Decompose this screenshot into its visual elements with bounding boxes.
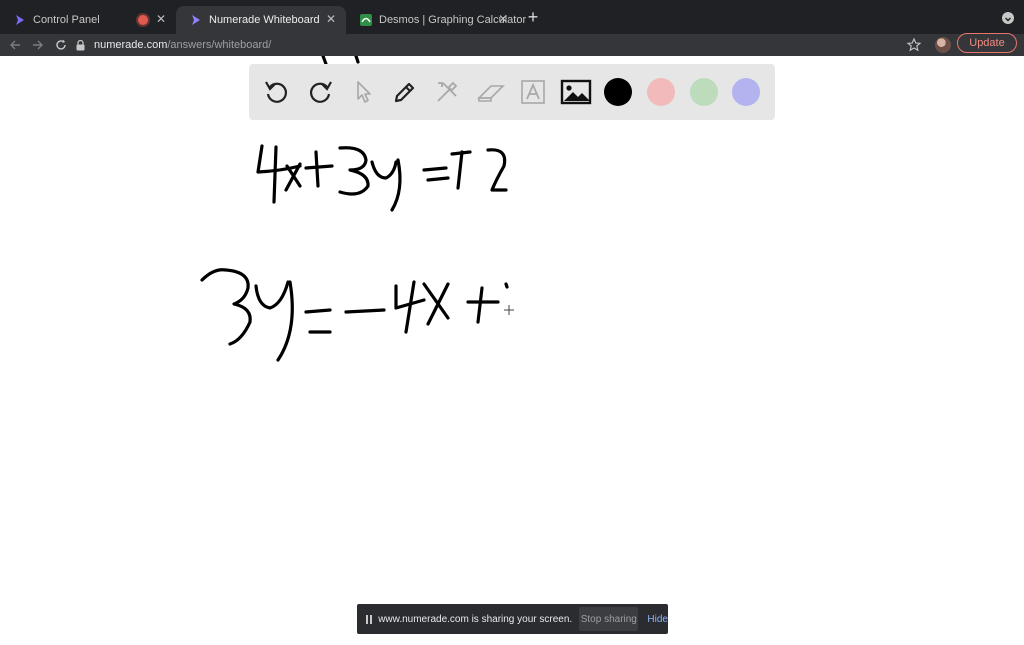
color-swatch-purple[interactable] (732, 78, 760, 106)
color-swatch-pink[interactable] (647, 78, 675, 106)
tab-numerade-whiteboard[interactable]: Numerade Whiteboard ✕ (176, 6, 346, 34)
url-path: /answers/whiteboard/ (167, 39, 272, 51)
text-icon (521, 80, 545, 104)
reload-button[interactable] (52, 34, 70, 56)
numerade-logo-icon (14, 14, 26, 26)
avatar[interactable] (935, 37, 951, 53)
arrow-right-icon (33, 40, 43, 50)
image-tool[interactable] (560, 76, 592, 108)
screen-share-bar: www.numerade.com is sharing your screen.… (357, 604, 668, 634)
equation-line-2 (200, 268, 509, 362)
equation-line-1 (256, 144, 508, 212)
tab-search-icon[interactable] (1002, 12, 1014, 24)
undo-icon (265, 81, 288, 103)
pointer-tool[interactable] (347, 76, 379, 108)
forward-button[interactable] (29, 34, 47, 56)
color-swatch-black[interactable] (604, 78, 632, 106)
tab-desmos[interactable]: Desmos | Graphing Calculator ✕ (346, 6, 526, 34)
handwriting (200, 54, 514, 362)
shapes-tool[interactable] (431, 76, 463, 108)
hide-button[interactable]: Hide (647, 614, 668, 625)
share-message: www.numerade.com is sharing your screen. (378, 613, 573, 625)
pen-tool[interactable] (389, 76, 421, 108)
tab-control-panel[interactable]: Control Panel ✕ (0, 6, 176, 34)
eraser-tool[interactable] (475, 76, 507, 108)
arrow-left-icon (10, 40, 20, 50)
lock-icon (76, 39, 86, 51)
close-icon[interactable]: ✕ (154, 12, 168, 26)
recording-icon (138, 15, 148, 25)
bookmark-star-icon[interactable] (906, 37, 922, 53)
color-swatch-green[interactable] (690, 78, 718, 106)
text-tool[interactable] (517, 76, 549, 108)
reload-icon (56, 39, 66, 50)
eraser-icon (477, 85, 505, 102)
image-icon (560, 79, 592, 105)
whiteboard-toolbar (249, 64, 775, 120)
desmos-logo-icon (360, 14, 372, 26)
shapes-icon (437, 81, 458, 102)
undo-button[interactable] (261, 76, 293, 108)
address-bar[interactable]: numerade.com/answers/whiteboard/ (76, 35, 928, 55)
update-button[interactable]: Update (957, 33, 1017, 53)
tab-strip: Control Panel ✕ Numerade Whiteboard ✕ De… (0, 0, 1024, 34)
new-tab-button[interactable]: + (524, 7, 542, 27)
tab-title: Control Panel (33, 14, 100, 26)
numerade-logo-icon (190, 14, 202, 26)
pointer-icon (357, 81, 371, 103)
redo-icon (309, 81, 332, 103)
redo-button[interactable] (304, 76, 336, 108)
pause-icon (363, 614, 374, 624)
tab-title: Numerade Whiteboard (209, 14, 320, 26)
url-host: numerade.com (94, 39, 168, 51)
browser-toolbar: numerade.com/answers/whiteboard/ (0, 34, 1024, 56)
close-icon[interactable]: ✕ (496, 12, 510, 26)
close-icon[interactable]: ✕ (324, 12, 338, 26)
stop-sharing-button[interactable]: Stop sharing (579, 607, 639, 631)
whiteboard-canvas[interactable] (0, 54, 1024, 640)
back-button[interactable] (6, 34, 24, 56)
pen-icon (394, 82, 415, 103)
crosshair-cursor-icon (504, 305, 514, 315)
